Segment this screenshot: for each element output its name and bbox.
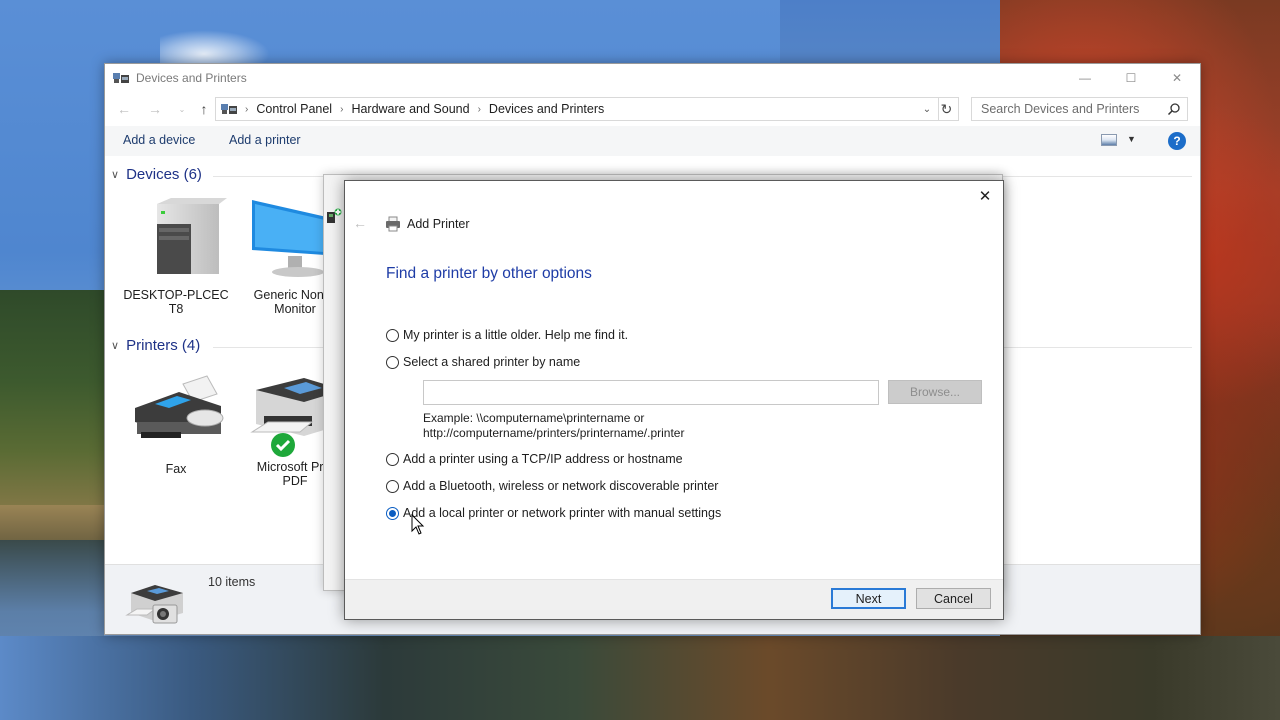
printer-tile-fax[interactable]: Fax xyxy=(121,370,231,476)
cancel-button[interactable]: Cancel xyxy=(916,588,991,609)
option-label: Select a shared printer by name xyxy=(403,355,581,369)
search-input[interactable]: Search Devices and Printers xyxy=(971,97,1188,121)
add-a-printer-button[interactable]: Add a printer xyxy=(229,133,301,147)
dialog-title: Add Printer xyxy=(407,217,470,231)
device-name-line2: T8 xyxy=(168,302,184,316)
mouse-cursor-icon xyxy=(411,514,425,535)
breadcrumb-separator[interactable]: › xyxy=(478,104,481,115)
wallpaper-lake-reflection xyxy=(0,636,1280,720)
collapse-chevron-icon[interactable]: ∨ xyxy=(111,339,119,352)
printers-group-label: Printers (4) xyxy=(126,337,201,354)
search-icon xyxy=(1167,103,1180,116)
dialog-heading: Find a printer by other options xyxy=(386,265,592,282)
printer-camera-icon xyxy=(125,585,183,624)
printer-icon xyxy=(386,216,400,232)
device-tile-desktop[interactable]: DESKTOP-PLCEC T8 xyxy=(121,198,231,316)
wallpaper-pine-trees xyxy=(0,290,110,520)
browse-button[interactable]: Browse... xyxy=(888,380,982,404)
window-title: Devices and Printers xyxy=(136,71,247,85)
maximize-button[interactable]: ☐ xyxy=(1108,64,1154,92)
example-line1: Example: \\computername\printername or xyxy=(423,411,645,425)
option-local-printer-manual[interactable]: Add a local printer or network printer w… xyxy=(386,506,721,520)
add-device-icon xyxy=(327,208,342,223)
radio-button-selected[interactable] xyxy=(386,506,399,520)
option-label: My printer is a little older. Help me fi… xyxy=(403,328,629,342)
breadcrumb-separator[interactable]: › xyxy=(245,104,248,115)
breadcrumb-hardware-and-sound[interactable]: Hardware and Sound xyxy=(351,102,469,116)
default-printer-check-icon xyxy=(271,433,295,457)
option-tcpip-address[interactable]: Add a printer using a TCP/IP address or … xyxy=(386,452,683,466)
device-name-line1: DESKTOP-PLCEC xyxy=(123,288,229,302)
desktop-tower-icon xyxy=(157,198,227,274)
navigation-bar: ← → ⌄ ↑ › Control Panel › Hardware and S… xyxy=(105,94,1200,124)
dialog-footer: Next Cancel xyxy=(345,579,1003,619)
collapse-chevron-icon[interactable]: ∨ xyxy=(111,168,119,181)
next-button[interactable]: Next xyxy=(831,588,906,609)
address-history-dropdown[interactable]: ⌄ xyxy=(918,100,936,118)
dialog-close-button[interactable]: ✕ xyxy=(975,186,995,206)
close-button[interactable]: ✕ xyxy=(1154,64,1200,92)
item-count: 10 items xyxy=(208,575,256,589)
minimize-button[interactable]: — xyxy=(1062,64,1108,92)
option-bluetooth-wireless[interactable]: Add a Bluetooth, wireless or network dis… xyxy=(386,479,718,493)
command-bar: Add a device Add a printer ▼ ? xyxy=(105,126,1200,156)
dialog-back-button[interactable]: ← xyxy=(353,215,367,231)
devices-group-label: Devices (6) xyxy=(126,166,202,183)
search-placeholder: Search Devices and Printers xyxy=(981,102,1140,116)
dialog-header: Add Printer xyxy=(385,216,470,232)
radio-button[interactable] xyxy=(386,328,399,342)
breadcrumb-control-panel[interactable]: Control Panel xyxy=(256,102,332,116)
devices-printers-app-icon xyxy=(113,73,129,83)
option-shared-printer-by-name[interactable]: Select a shared printer by name xyxy=(386,355,580,369)
recent-locations-button[interactable]: ⌄ xyxy=(171,98,193,120)
devices-printers-location-icon xyxy=(221,104,237,114)
printers-group-header[interactable]: ∨ Printers (4) xyxy=(111,337,200,354)
radio-button[interactable] xyxy=(386,355,399,369)
example-line2: http://computername/printers/printername… xyxy=(423,426,685,440)
radio-button[interactable] xyxy=(386,479,399,493)
address-bar[interactable]: › Control Panel › Hardware and Sound › D… xyxy=(215,97,939,121)
option-older-printer[interactable]: My printer is a little older. Help me fi… xyxy=(386,328,628,342)
add-printer-dialog: ✕ ← Add Printer Find a printer by other … xyxy=(344,180,1004,620)
breadcrumb-devices-and-printers[interactable]: Devices and Printers xyxy=(489,102,604,116)
shared-printer-name-input[interactable] xyxy=(423,380,879,405)
devices-group-header[interactable]: ∨ Devices (6) xyxy=(111,166,202,183)
option-label: Add a Bluetooth, wireless or network dis… xyxy=(403,479,719,493)
refresh-button[interactable]: ↻ xyxy=(935,97,959,121)
change-view-icon[interactable] xyxy=(1101,134,1117,146)
fax-icon xyxy=(135,375,224,438)
forward-button[interactable]: → xyxy=(144,98,166,120)
view-options-dropdown[interactable]: ▼ xyxy=(1127,134,1136,144)
add-a-device-button[interactable]: Add a device xyxy=(123,133,195,147)
option-label: Add a printer using a TCP/IP address or … xyxy=(403,452,683,466)
breadcrumb-separator[interactable]: › xyxy=(340,104,343,115)
back-button[interactable]: ← xyxy=(113,98,135,120)
radio-button[interactable] xyxy=(386,452,399,466)
title-bar[interactable]: Devices and Printers — ☐ ✕ xyxy=(105,64,1200,92)
wallpaper-shore xyxy=(0,505,110,545)
option-label: Add a local printer or network printer w… xyxy=(403,506,722,520)
shared-printer-example: Example: \\computername\printername or h… xyxy=(423,411,684,441)
up-button[interactable]: ↑ xyxy=(193,98,215,120)
help-button[interactable]: ? xyxy=(1168,132,1186,150)
